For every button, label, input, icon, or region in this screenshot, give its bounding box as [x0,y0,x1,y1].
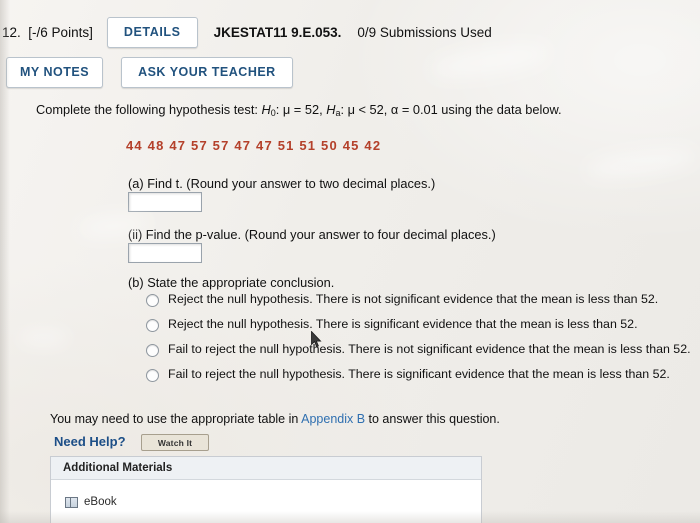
ebook-link[interactable]: eBook [51,496,481,508]
ebook-label: eBook [84,496,117,508]
question-toolbar: MY NOTES ASK YOUR TEACHER [0,56,700,88]
choice-label: Fail to reject the null hypothesis. Ther… [168,367,670,381]
part-a-label: (a) Find t. (Round your answer to two de… [128,176,436,191]
need-help-label: Need Help? [54,434,126,449]
radio-icon[interactable] [146,319,159,332]
radio-icon[interactable] [146,369,159,382]
book-icon [65,496,78,508]
part-ii-label: (ii) Find the p-value. (Round your answe… [128,227,496,242]
choice-label: Reject the null hypothesis. There is sig… [168,317,638,331]
radio-icon[interactable] [146,344,159,357]
ask-your-teacher-button[interactable]: ASK YOUR TEACHER [121,56,293,88]
part-b-label: (b) State the appropriate conclusion. [128,275,335,290]
additional-materials-header: Additional Materials [51,457,481,480]
details-button[interactable]: DETAILS [106,16,198,48]
appendix-b-link[interactable]: Appendix B [301,412,365,426]
part-ii-input[interactable] [128,243,202,263]
choice-option-1[interactable]: Reject the null hypothesis. There is not… [146,292,686,317]
part-a-input[interactable] [128,192,202,212]
data-values: 44 48 47 57 57 47 47 51 51 50 45 42 [126,138,382,153]
question-id: JKESTAT11 9.E.053. [213,24,342,40]
question-container: 12. [-/6 Points] DETAILS JKESTAT11 9.E.0… [0,0,700,523]
choice-label: Reject the null hypothesis. There is not… [168,292,659,306]
choice-option-2[interactable]: Reject the null hypothesis. There is sig… [146,317,686,342]
screen-glare [585,144,697,182]
choice-option-4[interactable]: Fail to reject the null hypothesis. Ther… [146,367,686,392]
question-header: 12. [-/6 Points] DETAILS JKESTAT11 9.E.0… [0,16,700,48]
problem-prompt: Complete the following hypothesis test: … [36,102,562,118]
submissions-used: 0/9 Submissions Used [357,24,492,40]
watch-it-button[interactable]: Watch It [141,434,209,451]
radio-icon[interactable] [146,294,159,307]
choice-label: Fail to reject the null hypothesis. Ther… [168,342,691,356]
appendix-note: You may need to use the appropriate tabl… [50,412,500,426]
screen-glare [18,330,70,346]
conclusion-choices: Reject the null hypothesis. There is not… [146,292,691,392]
choice-option-3[interactable]: Fail to reject the null hypothesis. Ther… [146,342,691,367]
question-number: 12. [-/6 Points] [2,24,93,40]
my-notes-button[interactable]: MY NOTES [6,56,104,88]
additional-materials-panel: Additional Materials eBook [50,456,482,523]
